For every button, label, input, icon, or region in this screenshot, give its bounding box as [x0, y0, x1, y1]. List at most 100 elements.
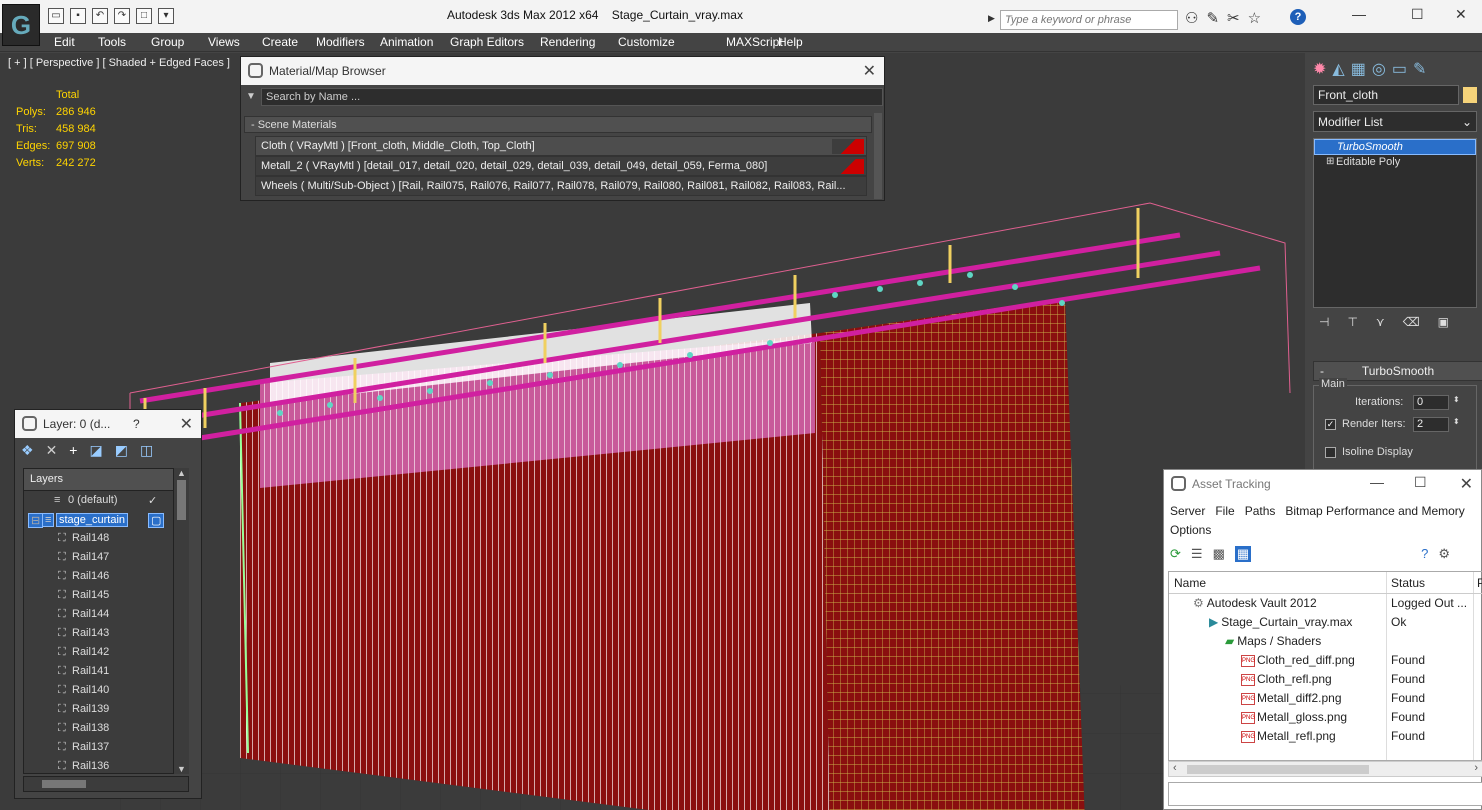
set-current-layer-icon[interactable]: ▢ [148, 513, 165, 528]
menu-server[interactable]: Server [1170, 504, 1205, 518]
menu-maxscript[interactable]: MAXScript [726, 35, 783, 49]
delete-layer-icon[interactable]: ✕ [46, 442, 58, 459]
isoline-checkbox[interactable] [1325, 447, 1336, 458]
layer-object-item[interactable]: ⛶ Rail144 [24, 605, 188, 624]
help-icon[interactable]: ? [1290, 9, 1306, 25]
material-row[interactable]: Cloth ( VRayMtl ) [Front_cloth, Middle_C… [255, 136, 867, 156]
asset-row[interactable]: ▶ Stage_Curtain_vray.max Ok [1169, 613, 1482, 632]
refresh-icon[interactable]: ⟳ [1170, 546, 1181, 562]
material-row[interactable]: Metall_2 ( VRayMtl ) [detail_017, detail… [255, 156, 867, 176]
material-browser-titlebar[interactable]: Material/Map Browser ✕ [241, 57, 884, 85]
asset-row[interactable]: PNG Metall_gloss.png Found [1169, 708, 1482, 727]
close-icon[interactable]: ✕ [863, 61, 876, 81]
menu-graph-editors[interactable]: Graph Editors [450, 35, 524, 49]
expand-icon[interactable]: ⊞ [1326, 156, 1334, 167]
layer-object-item[interactable]: ⛶ Rail141 [24, 662, 188, 681]
redo-icon[interactable]: ↷ [114, 8, 130, 24]
menu-rendering[interactable]: Rendering [540, 35, 595, 49]
layer-object-item[interactable]: ⛶ Rail145 [24, 586, 188, 605]
dropdown-icon[interactable]: ▾ [158, 8, 174, 24]
table-view-icon[interactable]: ▦ [1234, 546, 1252, 562]
scene-materials-group[interactable]: - Scene Materials [244, 116, 872, 133]
current-layer-check-icon[interactable]: ✓ [148, 494, 157, 507]
thumbnail-view-icon[interactable]: ▩ [1213, 546, 1225, 562]
close-icon[interactable]: ✕ [180, 414, 193, 434]
show-end-result-icon[interactable]: ⊤ [1347, 315, 1357, 329]
asset-row[interactable]: ▰ Maps / Shaders [1169, 632, 1482, 651]
open-icon[interactable]: ▭ [48, 8, 64, 24]
menu-modifiers[interactable]: Modifiers [316, 35, 365, 49]
search-input[interactable]: Type a keyword or phrase [1000, 10, 1178, 30]
project-icon[interactable]: □ [136, 8, 152, 24]
hide-all-icon[interactable]: ◫ [140, 442, 153, 459]
make-unique-icon[interactable]: ⋎ [1376, 315, 1385, 329]
help-button[interactable]: ? [133, 417, 140, 431]
layer-object-item[interactable]: ⛶ Rail146 [24, 567, 188, 586]
layer-object-item[interactable]: ⛶ Rail137 [24, 738, 188, 757]
layer-object-item[interactable]: ⛶ Rail139 [24, 700, 188, 719]
layer-scrollbar[interactable]: ▲ ▼ [173, 468, 189, 774]
configure-sets-icon[interactable]: ▣ [1438, 315, 1449, 329]
motion-tab-icon[interactable]: ◎ [1372, 59, 1386, 79]
settings-icon[interactable]: ⚙ [1438, 546, 1450, 562]
menu-views[interactable]: Views [208, 35, 240, 49]
minimize-icon[interactable]: — [1352, 6, 1366, 22]
layer-object-item[interactable]: ⛶ Rail140 [24, 681, 188, 700]
stack-item-turbosmooth[interactable]: TurboSmooth [1314, 139, 1476, 155]
highlight-layer-icon[interactable]: ◩ [115, 442, 128, 459]
layer-object-item[interactable]: ⛶ Rail143 [24, 624, 188, 643]
maximize-icon[interactable]: ☐ [1411, 6, 1424, 23]
layer-default[interactable]: ≡ 0 (default) ✓ [24, 491, 188, 510]
close-icon[interactable]: ✕ [1455, 6, 1467, 23]
asset-tracking-titlebar[interactable]: Asset Tracking — ☐ ✕ [1164, 470, 1481, 498]
star-icon[interactable]: ☆ [1248, 9, 1261, 27]
collapse-icon[interactable]: ⊟ [28, 513, 44, 528]
path-column-header[interactable]: P [1477, 576, 1482, 590]
spinner-arrows-icon[interactable]: ⬍ [1453, 417, 1460, 426]
menu-file[interactable]: File [1215, 504, 1234, 518]
select-objects-icon[interactable]: ◪ [89, 442, 102, 459]
app-logo-icon[interactable]: G [2, 4, 40, 46]
layer-object-item[interactable]: ⛶ Rail147 [24, 548, 188, 567]
menu-group[interactable]: Group [151, 35, 184, 49]
tools-icon[interactable]: ✂ [1227, 9, 1240, 27]
asset-row[interactable]: PNG Metall_diff2.png Found [1169, 689, 1482, 708]
save-icon[interactable]: ▪ [70, 8, 86, 24]
layer-object-item[interactable]: ⛶ Rail142 [24, 643, 188, 662]
wrench-icon[interactable]: ✎ [1206, 9, 1219, 27]
menu-customize[interactable]: Customize [618, 35, 675, 49]
object-name-field[interactable]: Front_cloth [1313, 85, 1459, 105]
add-to-layer-icon[interactable]: + [69, 442, 77, 459]
new-layer-icon[interactable]: ❖ [21, 442, 34, 459]
display-tab-icon[interactable]: ▭ [1392, 59, 1407, 79]
material-search-input[interactable]: Search by Name ... [261, 88, 883, 106]
name-column-header[interactable]: Name [1174, 576, 1206, 590]
material-row[interactable]: Wheels ( Multi/Sub-Object ) [Rail, Rail0… [255, 176, 867, 196]
menu-bitmap-performance[interactable]: Bitmap Performance and Memory [1285, 504, 1464, 518]
hierarchy-tab-icon[interactable]: ▦ [1351, 59, 1366, 79]
close-icon[interactable]: ✕ [1460, 474, 1473, 494]
layer-object-item[interactable]: ⛶ Rail148 [24, 529, 188, 548]
list-view-icon[interactable]: ☰ [1191, 546, 1203, 562]
layer-titlebar[interactable]: Layer: 0 (d... ? ✕ [15, 410, 201, 438]
menu-options[interactable]: Options [1170, 523, 1211, 537]
render-iters-checkbox[interactable]: ✓ [1325, 419, 1336, 430]
menu-help[interactable]: Help [778, 35, 803, 49]
undo-icon[interactable]: ↶ [92, 8, 108, 24]
layer-object-item[interactable]: ⛶ Rail138 [24, 719, 188, 738]
material-browser-scrollbar[interactable] [874, 113, 882, 199]
layer-stage-curtain[interactable]: ≡ ⊟ stage_curtain ▢ [24, 510, 188, 529]
menu-edit[interactable]: Edit [54, 35, 75, 49]
modifier-list-dropdown[interactable]: Modifier List ⌄ [1313, 111, 1477, 132]
layers-column-header[interactable]: Layers [24, 469, 188, 491]
iterations-spinner[interactable]: 0 [1413, 395, 1449, 410]
search-expand-icon[interactable]: ▶ [988, 13, 995, 24]
layer-object-item[interactable]: ⛶ Rail136 [24, 757, 188, 773]
status-column-header[interactable]: Status [1391, 576, 1425, 590]
menu-animation[interactable]: Animation [380, 35, 433, 49]
menu-create[interactable]: Create [262, 35, 298, 49]
asset-row[interactable]: ⚙ Autodesk Vault 2012 Logged Out ... [1169, 594, 1482, 613]
modify-tab-icon[interactable]: ◭ [1332, 59, 1344, 79]
minimize-icon[interactable]: — [1370, 474, 1384, 490]
filter-dropdown-icon[interactable]: ▼ [246, 91, 256, 102]
